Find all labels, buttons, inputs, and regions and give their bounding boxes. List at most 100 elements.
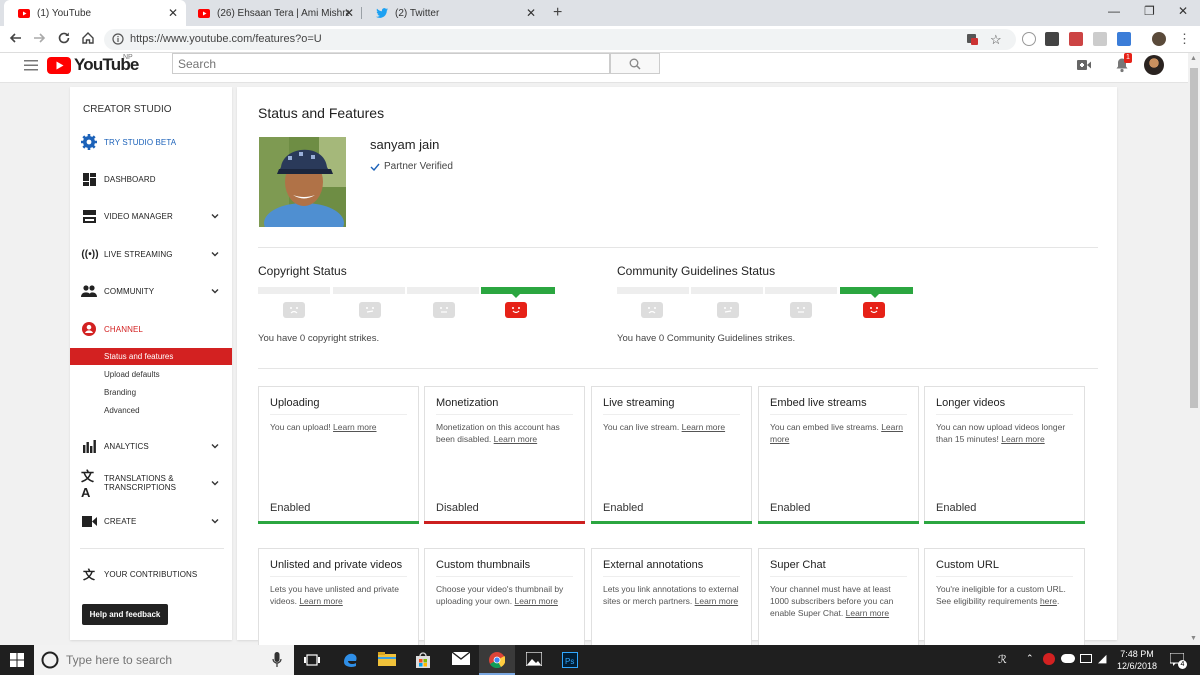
url-bar[interactable]: https://www.youtube.com/features?o=U ☆ [104,29,1016,50]
scroll-up-arrow-icon[interactable]: ▲ [1190,55,1197,62]
scrollbar-thumb[interactable] [1190,68,1198,408]
windows-start-icon[interactable] [10,653,24,667]
learn-more-link[interactable]: Learn more [494,434,537,444]
sidebar-subitem-advanced[interactable]: Advanced [70,402,232,419]
chevron-down-icon[interactable] [210,478,220,488]
pdf-extension-icon[interactable] [1069,32,1083,46]
feature-card: Super Chat Your channel must have at leas… [758,548,919,648]
new-tab-button[interactable]: + [553,4,562,22]
channel-name: sanyam jain [370,137,440,152]
info-icon[interactable] [112,33,124,45]
address-bar: https://www.youtube.com/features?o=U ☆ ⋮ [0,26,1200,53]
twitter-favicon-icon [376,8,388,18]
happy-face-icon [863,302,885,318]
translate-icon[interactable] [966,33,979,46]
help-and-feedback-button[interactable]: Help and feedback [82,604,168,625]
feature-card: Live streaming You can live stream. Learn… [591,386,752,524]
sidebar-subitem-status-and-features[interactable]: Status and features [70,348,232,365]
profile-avatar-icon[interactable] [1152,32,1166,46]
upload-video-icon[interactable] [1077,60,1091,70]
chevron-down-icon[interactable] [210,249,220,259]
user-avatar[interactable] [1144,55,1164,75]
feature-card-title: Embed live streams [770,397,867,409]
page-title: Status and Features [258,105,385,121]
microphone-icon[interactable] [272,652,282,668]
current-level-pointer [871,294,879,298]
battery-icon[interactable] [1080,654,1092,663]
divider [258,368,1098,369]
close-tab-icon[interactable]: ✕ [344,7,354,19]
sidebar-item-channel[interactable]: CHANNEL [70,319,232,339]
close-window-button[interactable]: ✕ [1178,4,1188,18]
sidebar-item-try-studio-beta[interactable]: TRY STUDIO BETA [70,132,232,152]
chevron-down-icon[interactable] [210,441,220,451]
photoshop-icon[interactable]: Ps [562,652,578,668]
feature-card-suffix: . [1056,596,1060,606]
tab-ehsaan-tera[interactable]: (26) Ehsaan Tera | Ami Mishra Ft. ✕ [184,0,362,26]
sidebar-item-video-manager[interactable]: VIDEO MANAGER [70,206,232,226]
hamburger-menu-icon[interactable] [24,60,38,71]
sidebar-item-dashboard[interactable]: DASHBOARD [70,169,232,189]
sidebar-item-live-streaming[interactable]: ((•)) LIVE STREAMING [70,244,232,264]
close-tab-icon[interactable]: ✕ [526,7,536,19]
file-explorer-icon[interactable] [378,652,396,668]
tab-youtube[interactable]: (1) YouTube ✕ [4,0,186,26]
search-button[interactable] [610,53,660,74]
mail-icon[interactable] [452,652,470,668]
tray-chevron-up-icon[interactable]: ⌃ [1026,653,1034,664]
sidebar-item-translations[interactable]: 文A TRANSLATIONS & TRANSCRIPTIONS [70,469,232,500]
sidebar-item-community[interactable]: COMMUNITY [70,281,232,301]
feature-card-status: Enabled [603,502,644,514]
extension-icon[interactable] [1045,32,1059,46]
tab-twitter[interactable]: (2) Twitter ✕ [362,0,544,26]
taskbar-search-box[interactable] [34,645,294,675]
learn-more-link[interactable]: Learn more [1001,434,1044,444]
chrome-browser-icon[interactable] [489,652,505,668]
minimize-button[interactable]: — [1108,4,1120,18]
learn-more-link[interactable]: Learn more [695,596,738,606]
sidebar-subitem-upload-defaults[interactable]: Upload defaults [70,366,232,383]
search-input[interactable] [173,54,609,73]
chevron-down-icon[interactable] [210,286,220,296]
youtube-logo-icon[interactable] [47,57,71,74]
divider [936,576,1073,577]
learn-more-link[interactable]: Learn more [682,422,725,432]
restore-button[interactable]: ❐ [1144,4,1155,18]
extension-icon[interactable] [1022,32,1036,46]
onedrive-cloud-icon[interactable] [1061,654,1075,663]
learn-more-link[interactable]: here [1040,596,1057,606]
system-clock[interactable]: 7:48 PM 12/6/2018 [1117,648,1157,672]
sidebar-subitem-branding[interactable]: Branding [70,384,232,401]
photos-icon[interactable] [526,652,542,668]
task-view-icon[interactable] [304,652,320,668]
learn-more-link[interactable]: Learn more [299,596,342,606]
extension-icon[interactable] [1117,32,1131,46]
learn-more-link[interactable]: Learn more [846,608,889,618]
sidebar-item-analytics[interactable]: ANALYTICS [70,436,232,456]
wifi-icon[interactable]: ◢ [1098,652,1106,665]
store-icon[interactable] [415,652,431,668]
close-tab-icon[interactable]: ✕ [168,7,178,19]
bookmark-star-icon[interactable]: ☆ [990,32,1002,48]
divider [603,414,740,415]
forward-arrow-icon[interactable] [33,31,49,47]
sidebar-item-your-contributions[interactable]: 文 YOUR CONTRIBUTIONS [70,564,232,584]
scroll-down-arrow-icon[interactable]: ▼ [1190,635,1197,642]
chevron-down-icon[interactable] [210,211,220,221]
learn-more-link[interactable]: Learn more [514,596,557,606]
sidebar-item-create[interactable]: CREATE [70,511,232,531]
taskbar-search-input[interactable] [66,653,266,667]
home-icon[interactable] [81,31,97,47]
search-box[interactable] [172,53,610,74]
menu-dots-icon[interactable]: ⋮ [1178,31,1191,47]
page-scrollbar[interactable]: ▲ ▼ [1188,53,1200,645]
feature-status-bar [924,521,1085,524]
back-arrow-icon[interactable] [8,31,24,47]
reload-icon[interactable] [57,31,73,47]
chevron-down-icon[interactable] [210,516,220,526]
tray-app-icon[interactable] [1043,653,1055,665]
learn-more-link[interactable]: Learn more [333,422,376,432]
edge-browser-icon[interactable] [342,652,358,668]
people-icon[interactable]: ℛ [998,653,1007,666]
extension-icon[interactable] [1093,32,1107,46]
